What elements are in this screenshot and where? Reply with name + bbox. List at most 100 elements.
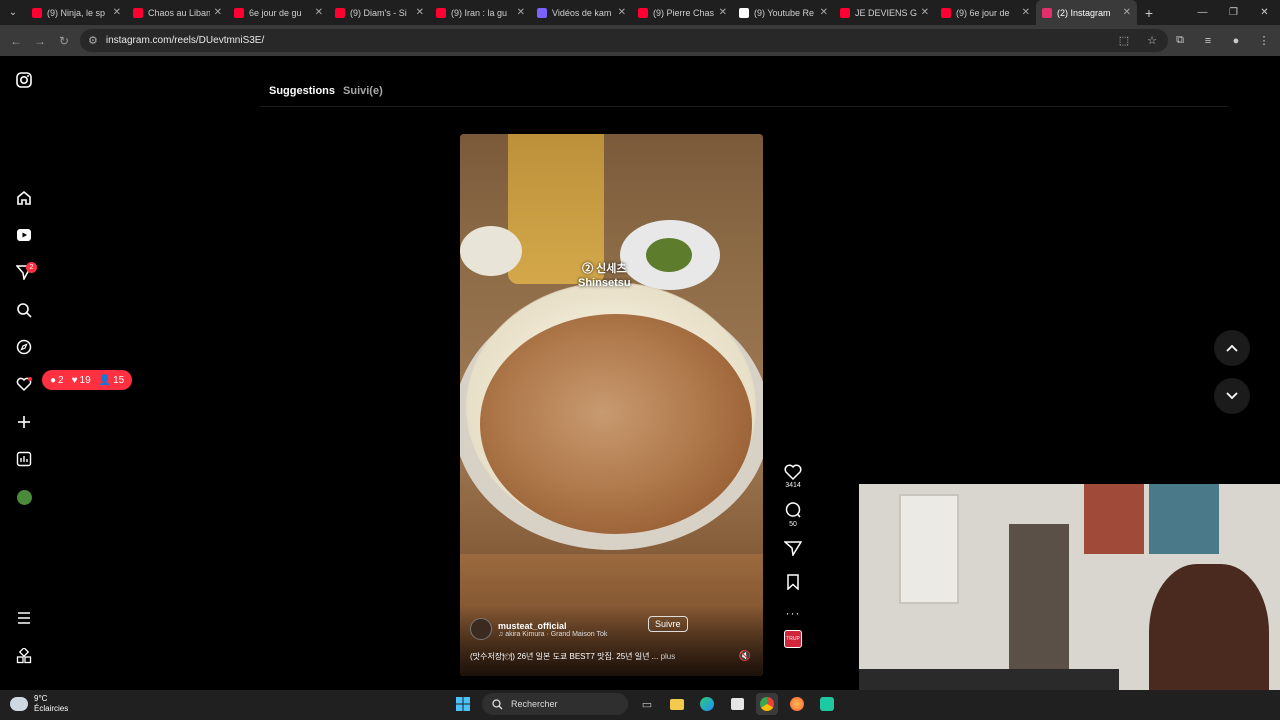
store-icon[interactable] <box>726 693 748 715</box>
webcam-poster-zelda-image <box>1149 484 1219 554</box>
audio-thumbnail[interactable]: TRUP <box>784 630 802 648</box>
follow-count: 15 <box>113 374 125 386</box>
more-options-icon[interactable]: ··· <box>786 606 801 620</box>
search-icon[interactable] <box>14 300 34 320</box>
previous-reel-button[interactable] <box>1214 330 1250 366</box>
tab-title: (9) Ninja, le sp <box>47 7 106 18</box>
install-icon[interactable]: ⬚ <box>1114 34 1134 47</box>
close-tab-icon[interactable]: ✕ <box>214 7 222 18</box>
author-username[interactable]: musteat_official <box>498 621 607 631</box>
weather-cloud-icon <box>10 697 28 711</box>
restore-icon[interactable]: ❐ <box>1218 7 1249 18</box>
weather-widget[interactable]: 9°C Éclaircies <box>10 694 68 714</box>
tab-search-icon[interactable]: ⌄ <box>0 0 26 25</box>
bookmark-star-icon[interactable]: ☆ <box>1142 34 1162 47</box>
chrome-icon[interactable] <box>756 693 778 715</box>
like-count: 3414 <box>785 482 801 489</box>
taskbar-search[interactable]: Rechercher <box>482 693 628 715</box>
new-tab-button[interactable]: + <box>1137 5 1161 21</box>
site-info-icon[interactable]: ⚙ <box>88 34 98 47</box>
profile-icon[interactable]: ● <box>1226 35 1246 47</box>
divider <box>260 106 1228 107</box>
close-window-icon[interactable]: ✕ <box>1249 7 1280 18</box>
tab-favicon <box>335 7 345 18</box>
reel-description[interactable]: (맛수저장🍽) 26년 일본 도쿄 BEST7 맛집. 25년 일년 ... p… <box>470 651 720 662</box>
more-link[interactable]: plus <box>661 652 676 661</box>
address-bar[interactable]: ⚙ instagram.com/reels/DUevtmniS3E/ <box>80 29 1168 52</box>
create-icon[interactable] <box>14 412 34 432</box>
tab-title: (9) Youtube Re <box>754 7 815 18</box>
tab-strip: ⌄ (9) Ninja, le sp ✕ Chaos au Liban ✕ 6e jou… <box>0 0 1280 25</box>
profile-avatar[interactable] <box>14 487 34 507</box>
close-tab-icon[interactable]: ✕ <box>416 7 424 18</box>
mute-icon[interactable]: 🔇 <box>739 651 751 662</box>
follow-button[interactable]: Suivre <box>648 616 688 632</box>
close-tab-icon[interactable]: ✕ <box>517 7 525 18</box>
browser-tab[interactable]: (9) Ninja, le sp ✕ <box>26 0 127 25</box>
tab-favicon <box>739 7 749 18</box>
close-tab-icon[interactable]: ✕ <box>719 7 727 18</box>
reels-icon[interactable] <box>14 225 34 245</box>
save-bookmark-icon[interactable] <box>786 574 800 590</box>
heart-icon: ♥ <box>71 374 78 386</box>
browser-tab[interactable]: (9) 6e jour de ✕ <box>935 0 1036 25</box>
next-reel-button[interactable] <box>1214 378 1250 414</box>
close-tab-icon[interactable]: ✕ <box>113 7 121 18</box>
tab-favicon <box>638 7 648 18</box>
instagram-logo-icon[interactable] <box>14 70 34 90</box>
also-from-meta-icon[interactable] <box>14 646 34 666</box>
tab-title: 6e jour de gu <box>249 7 302 18</box>
dashboard-icon[interactable] <box>14 449 34 469</box>
notifications-heart-icon[interactable] <box>14 374 34 394</box>
menu-icon[interactable]: ⋮ <box>1254 34 1274 47</box>
extensions-icon[interactable]: ⧉ <box>1170 34 1190 47</box>
messages-badge: 2 <box>26 262 37 273</box>
tab-suggestions[interactable]: Suggestions <box>269 85 335 97</box>
browser-tab[interactable]: Chaos au Liban ✕ <box>127 0 228 25</box>
activity-notification-pill[interactable]: ● 2 ♥ 19 👤 15 <box>42 370 133 390</box>
reel-video[interactable]: ② 신세츠 Shinsetsu musteat_official ♫ akira… <box>460 134 763 676</box>
close-tab-icon[interactable]: ✕ <box>315 7 323 18</box>
like-count: 19 <box>79 374 91 386</box>
browser-tab[interactable]: (9) Iran : la gu ✕ <box>430 0 531 25</box>
media-icon[interactable]: ≡ <box>1198 35 1218 47</box>
tab-title: (9) Iran : la gu <box>451 7 508 18</box>
task-view-icon[interactable]: ▭ <box>636 693 658 715</box>
search-icon <box>492 698 503 709</box>
tab-following[interactable]: Suivi(e) <box>343 85 383 97</box>
tab-favicon <box>32 7 42 18</box>
browser-tab[interactable]: (9) Youtube Re ✕ <box>733 0 834 25</box>
browser-tab[interactable]: 6e jour de gu ✕ <box>228 0 329 25</box>
close-tab-icon[interactable]: ✕ <box>921 7 929 18</box>
back-icon[interactable]: ← <box>4 34 28 48</box>
browser-tab[interactable]: (9) Pierre Chas ✕ <box>632 0 733 25</box>
browser-tab[interactable]: (9) Diam's - Si ✕ <box>329 0 430 25</box>
tab-title: Vidéos de kam <box>552 7 612 18</box>
comment-bubble-icon[interactable] <box>784 501 802 519</box>
pickles-image <box>646 238 692 272</box>
app-icon[interactable] <box>816 693 838 715</box>
like-heart-icon[interactable] <box>784 464 802 480</box>
explore-icon[interactable] <box>14 337 34 357</box>
author-avatar[interactable] <box>470 618 492 640</box>
browser-tab[interactable]: Vidéos de kam ✕ <box>531 0 632 25</box>
file-explorer-icon[interactable] <box>666 693 688 715</box>
close-tab-icon[interactable]: ✕ <box>1123 7 1131 18</box>
forward-icon[interactable]: → <box>28 34 52 48</box>
browser-tab[interactable]: JE DEVIENS GY ✕ <box>834 0 935 25</box>
reload-icon[interactable]: ↻ <box>52 34 76 48</box>
more-menu-icon[interactable] <box>14 608 34 628</box>
tab-title: (2) Instagram <box>1057 7 1111 18</box>
firefox-icon[interactable] <box>786 693 808 715</box>
close-tab-icon[interactable]: ✕ <box>1022 7 1030 18</box>
edge-icon[interactable] <box>696 693 718 715</box>
browser-tab[interactable]: (2) Instagram ✕ <box>1036 0 1137 25</box>
minimize-icon[interactable]: — <box>1187 7 1218 18</box>
pork-ginger-image <box>480 314 752 534</box>
audio-track[interactable]: ♫ akira Kimura · Grand Maison Tok <box>498 631 607 638</box>
close-tab-icon[interactable]: ✕ <box>820 7 828 18</box>
share-icon[interactable] <box>784 540 802 556</box>
home-icon[interactable] <box>14 188 34 208</box>
close-tab-icon[interactable]: ✕ <box>618 7 626 18</box>
start-windows-icon[interactable] <box>452 693 474 715</box>
